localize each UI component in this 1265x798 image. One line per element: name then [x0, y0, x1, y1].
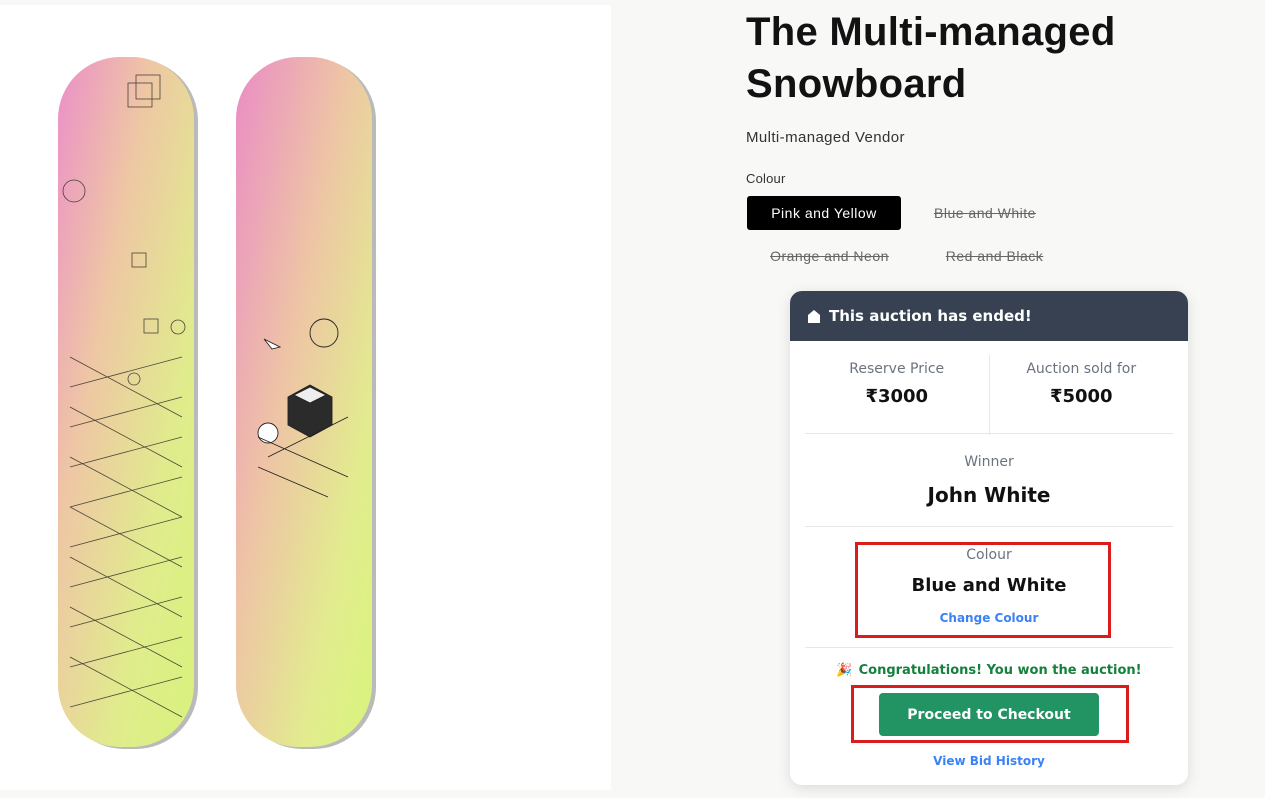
change-colour-link[interactable]: Change Colour [790, 611, 1188, 625]
congratulations-message: 🎉 Congratulations! You won the auction! [790, 663, 1188, 678]
divider [805, 433, 1173, 434]
sold-price: Auction sold for ₹5000 [988, 355, 1174, 435]
variant-blue-and-white[interactable]: Blue and White [911, 196, 1059, 230]
divider [805, 526, 1173, 527]
reserve-price-label: Reserve Price [849, 361, 945, 377]
reserve-price-value: ₹3000 [865, 386, 929, 407]
auction-status-text: This auction has ended! [829, 307, 1032, 325]
snowboard-back-image [58, 57, 198, 749]
colour-option-label: Colour [746, 171, 786, 186]
product-title: The Multi-managed Snowboard [746, 10, 1116, 106]
product-vendor: Multi-managed Vendor [746, 129, 905, 146]
party-popper-icon: 🎉 [836, 663, 853, 678]
variant-pink-and-yellow[interactable]: Pink and Yellow [747, 196, 901, 230]
snowboard-front-image [236, 57, 376, 749]
auction-card: This auction has ended! Reserve Price ₹3… [790, 291, 1188, 785]
winner-name: John White [927, 483, 1051, 507]
price-summary: Reserve Price ₹3000 Auction sold for ₹50… [805, 355, 1173, 435]
winner-label: Winner [964, 454, 1014, 470]
divider [805, 647, 1173, 648]
home-icon [808, 310, 820, 323]
sold-price-label: Auction sold for [1026, 361, 1137, 377]
congratulations-text: Congratulations! You won the auction! [858, 663, 1142, 678]
sold-price-value: ₹5000 [1049, 386, 1113, 407]
variant-red-and-black[interactable]: Red and Black [923, 239, 1066, 273]
won-colour-value: Blue and White [911, 575, 1067, 596]
won-colour-label: Colour [966, 547, 1012, 563]
view-bid-history-link[interactable]: View Bid History [790, 754, 1188, 768]
auction-status-header: This auction has ended! [790, 291, 1188, 341]
proceed-to-checkout-button[interactable]: Proceed to Checkout [879, 693, 1099, 736]
variant-orange-and-neon[interactable]: Orange and Neon [747, 239, 912, 273]
product-image[interactable] [0, 5, 611, 790]
reserve-price: Reserve Price ₹3000 [805, 355, 989, 435]
